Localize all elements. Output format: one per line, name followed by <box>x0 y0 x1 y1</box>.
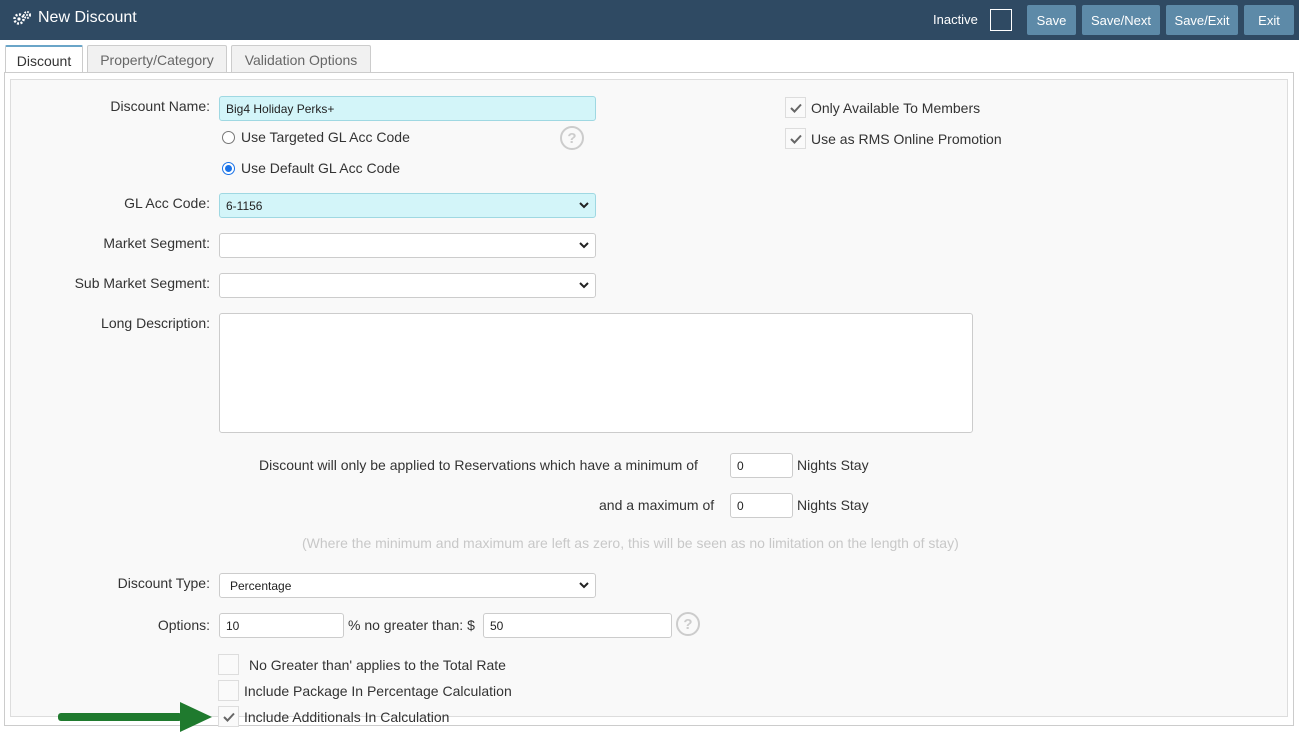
header-bar: New Discount Inactive Save Save/Next Sav… <box>0 0 1299 40</box>
chevron-down-icon <box>579 242 589 249</box>
include-additionals-label: Include Additionals In Calculation <box>244 709 450 725</box>
inactive-checkbox[interactable] <box>990 9 1012 31</box>
options-label: Options: <box>157 617 210 633</box>
page-title: New Discount <box>12 9 137 27</box>
default-gl-radio[interactable] <box>222 162 235 175</box>
min-nights-unit: Nights Stay <box>797 457 869 473</box>
chevron-down-icon <box>579 582 589 589</box>
min-nights-text: Discount will only be applied to Reserva… <box>259 457 698 473</box>
chevron-down-icon <box>579 282 589 289</box>
gl-acc-code-label: GL Acc Code: <box>124 195 210 211</box>
save-exit-button[interactable]: Save/Exit <box>1166 5 1238 35</box>
discount-type-label: Discount Type: <box>117 575 210 591</box>
include-package-checkbox[interactable] <box>218 680 239 701</box>
min-nights-input[interactable]: 0 <box>730 453 793 478</box>
tab-validation-options[interactable]: Validation Options <box>231 45 371 73</box>
no-greater-total-checkbox[interactable] <box>218 654 239 675</box>
discount-name-label: Discount Name: <box>110 98 210 114</box>
gl-acc-code-select[interactable]: 6-1156 <box>219 193 596 218</box>
max-nights-text: and a maximum of <box>599 497 715 513</box>
market-segment-select[interactable] <box>219 233 596 258</box>
check-icon <box>222 712 235 722</box>
only-members-checkbox[interactable] <box>785 97 806 118</box>
gears-icon <box>12 10 32 26</box>
online-promo-label: Use as RMS Online Promotion <box>811 131 1002 147</box>
long-description-textarea[interactable] <box>219 313 973 433</box>
include-additionals-checkbox[interactable] <box>218 706 239 727</box>
discount-type-value: Percentage <box>230 578 292 593</box>
check-icon <box>789 134 802 144</box>
tab-discount[interactable]: Discount <box>5 45 83 74</box>
exit-button[interactable]: Exit <box>1244 5 1294 35</box>
max-nights-input[interactable]: 0 <box>730 493 793 518</box>
options-mid-text: % no greater than: $ <box>348 617 475 633</box>
max-nights-unit: Nights Stay <box>797 497 869 513</box>
no-greater-total-label: No Greater than' applies to the Total Ra… <box>249 657 506 673</box>
online-promo-checkbox[interactable] <box>785 128 806 149</box>
pointer-arrow-icon <box>58 702 212 732</box>
check-icon <box>789 103 802 113</box>
tab-property-category[interactable]: Property/Category <box>87 45 227 73</box>
sub-market-segment-select[interactable] <box>219 273 596 298</box>
options-max-input[interactable]: 50 <box>483 613 672 638</box>
only-members-label: Only Available To Members <box>811 100 981 116</box>
tab-bar: Discount Property/Category Validation Op… <box>0 40 1299 74</box>
save-next-button[interactable]: Save/Next <box>1082 5 1160 35</box>
sub-market-segment-label: Sub Market Segment: <box>74 275 210 291</box>
save-button[interactable]: Save <box>1027 5 1076 35</box>
discount-name-input[interactable]: Big4 Holiday Perks+ <box>219 96 596 121</box>
include-package-label: Include Package In Percentage Calculatio… <box>244 683 512 699</box>
options-percent-input[interactable]: 10 <box>219 613 344 638</box>
gl-acc-code-value: 6-1156 <box>226 198 263 213</box>
long-description-label: Long Description: <box>101 315 210 331</box>
nights-hint: (Where the minimum and maximum are left … <box>302 535 959 551</box>
targeted-gl-label: Use Targeted GL Acc Code <box>241 129 410 145</box>
default-gl-label: Use Default GL Acc Code <box>241 160 401 176</box>
help-icon[interactable]: ? <box>676 612 700 636</box>
market-segment-label: Market Segment: <box>103 235 210 251</box>
discount-type-select[interactable]: Percentage <box>219 573 596 598</box>
help-icon[interactable]: ? <box>560 126 584 150</box>
page-title-text: New Discount <box>38 9 137 26</box>
chevron-down-icon <box>579 202 589 209</box>
inactive-label: Inactive <box>933 12 978 27</box>
targeted-gl-radio[interactable] <box>222 131 235 144</box>
